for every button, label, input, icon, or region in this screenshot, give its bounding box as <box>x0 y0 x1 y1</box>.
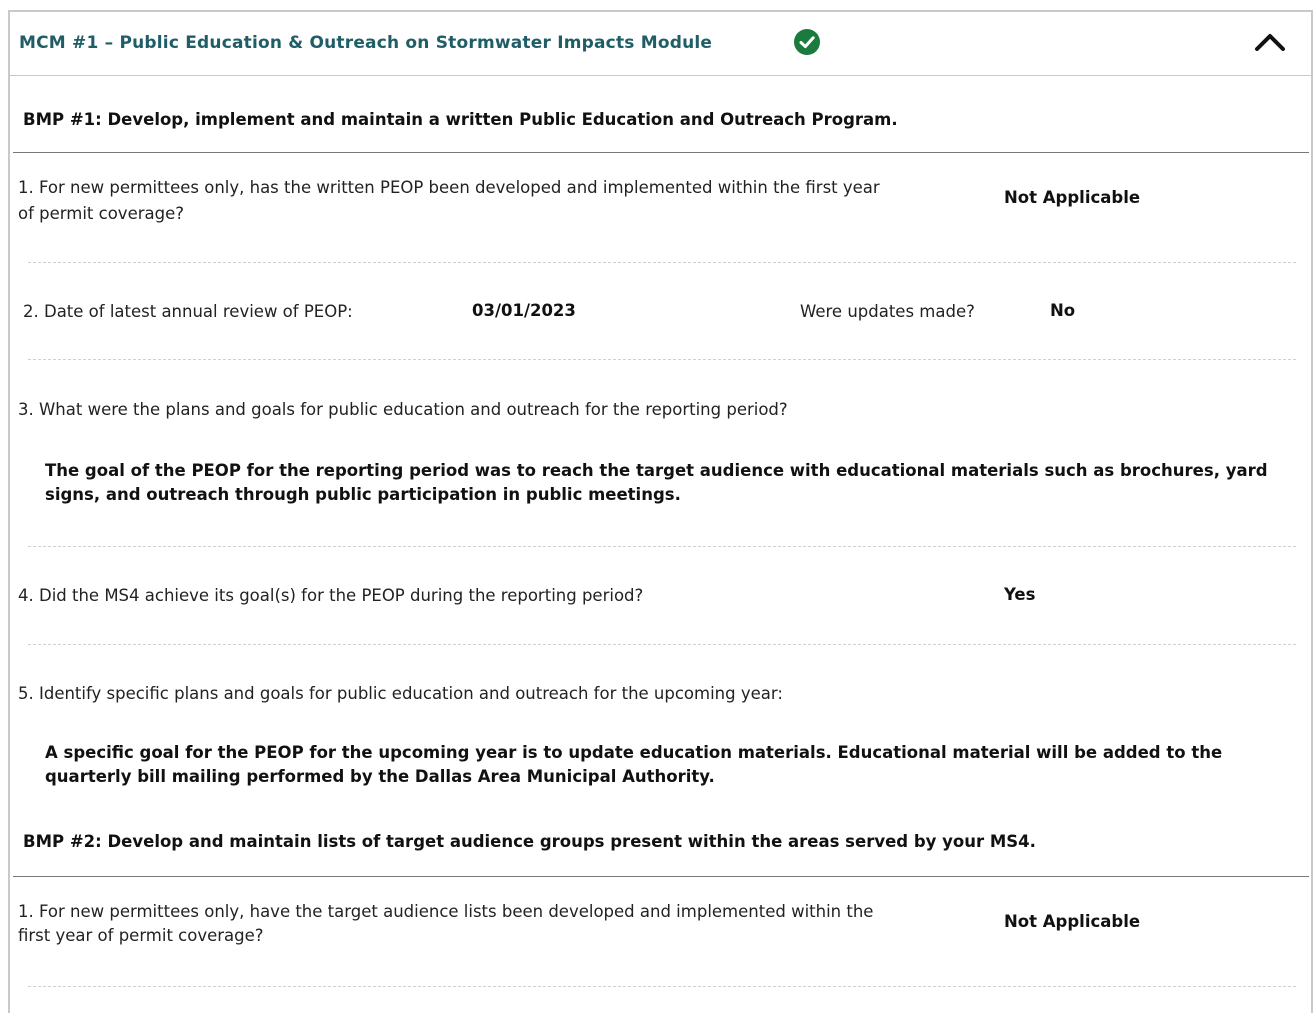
bmp1-q4-answer: Yes <box>1004 585 1036 604</box>
bmp1-q5-answer: A specific goal for the PEOP for the upc… <box>45 743 1223 786</box>
question-divider <box>28 644 1296 645</box>
bmp1-q1-label-line2: of permit coverage? <box>18 204 184 223</box>
section-divider <box>13 876 1309 877</box>
check-circle-icon <box>794 29 820 55</box>
question-divider <box>28 986 1296 987</box>
bmp1-q4-label: 4. Did the MS4 achieve its goal(s) for t… <box>18 586 644 605</box>
bmp1-q2-date: 03/01/2023 <box>472 301 576 320</box>
bmp2-q1-answer: Not Applicable <box>1004 912 1141 931</box>
bmp1-q1-label-line1: 1. For new permittees only, has the writ… <box>18 178 880 197</box>
bmp1-heading: BMP #1: Develop, implement and maintain … <box>23 110 898 129</box>
question-divider <box>28 359 1296 360</box>
module-panel <box>8 10 1313 1013</box>
bmp1-q2-label: 2. Date of latest annual review of PEOP: <box>23 302 353 321</box>
bmp2-q1-label-line1: 1. For new permittees only, have the tar… <box>18 902 874 921</box>
bmp1-q3-label: 3. What were the plans and goals for pub… <box>18 400 788 419</box>
question-divider <box>28 546 1296 547</box>
section-divider <box>13 152 1309 153</box>
module-header[interactable]: MCM #1 – Public Education & Outreach on … <box>10 12 1312 76</box>
bmp1-q1-answer: Not Applicable <box>1004 188 1141 207</box>
chevron-up-icon[interactable] <box>1253 30 1287 54</box>
bmp2-q1-label-line2: first year of permit coverage? <box>18 926 264 945</box>
bmp1-q3-answer: The goal of the PEOP for the reporting p… <box>45 461 1268 504</box>
bmp1-q5-label: 5. Identify specific plans and goals for… <box>18 684 783 703</box>
question-divider <box>28 262 1296 263</box>
bmp2-heading: BMP #2: Develop and maintain lists of ta… <box>23 832 1036 851</box>
bmp1-q2-updates-answer: No <box>1050 301 1076 320</box>
bmp1-q2-updates-label: Were updates made? <box>800 302 975 321</box>
module-title: MCM #1 – Public Education & Outreach on … <box>19 33 713 53</box>
